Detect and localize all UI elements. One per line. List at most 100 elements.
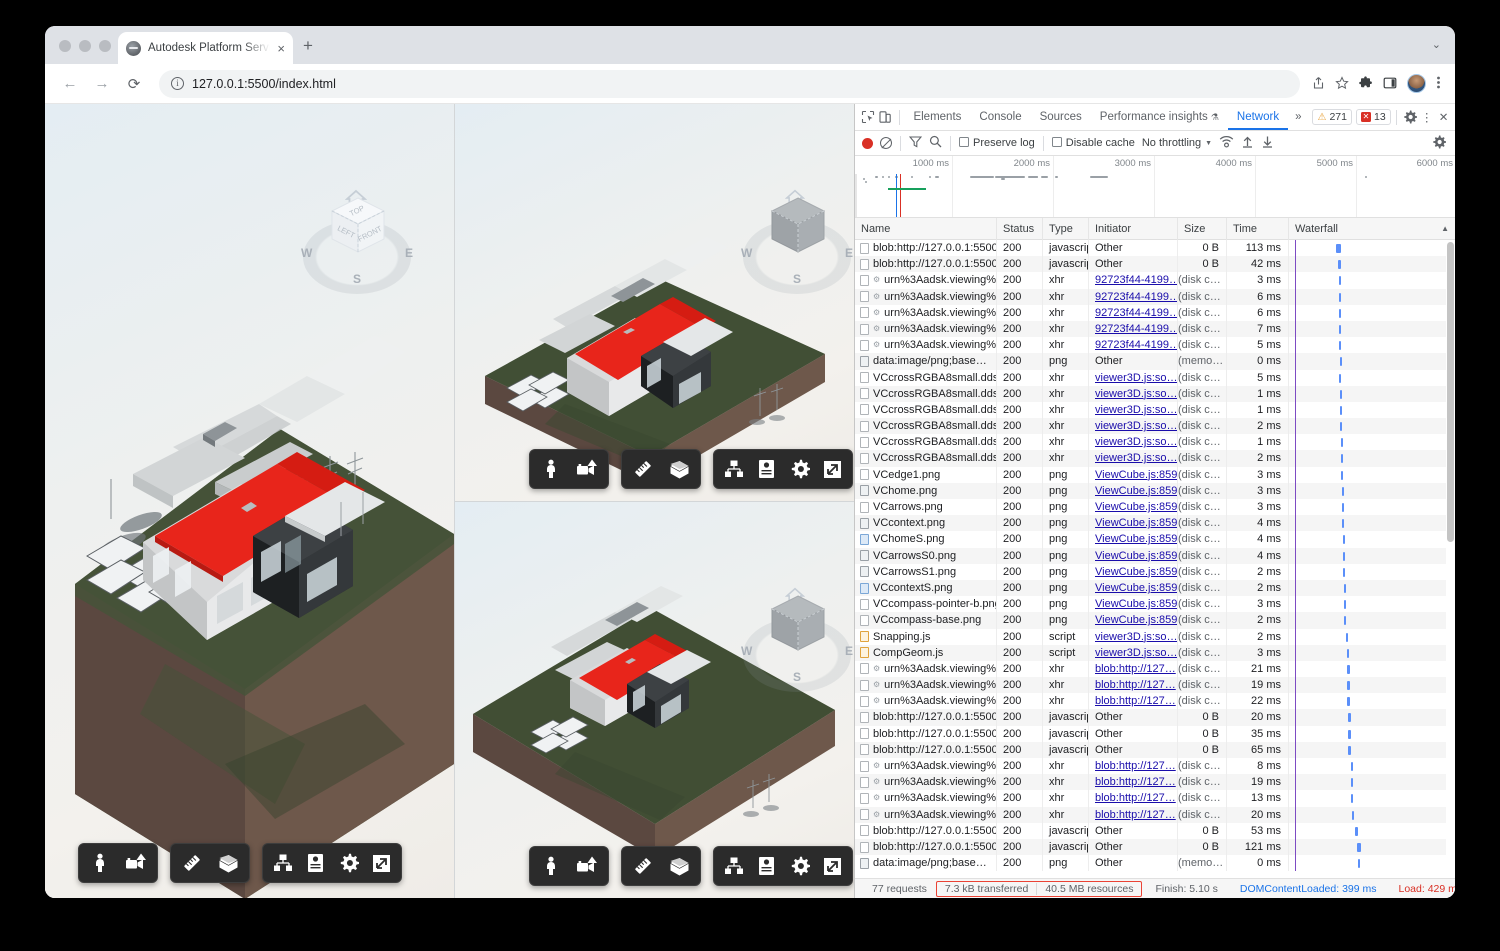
address-bar[interactable]: i 127.0.0.1:5500/index.html [159, 69, 1300, 98]
model-browser-button[interactable] [717, 454, 750, 484]
throttling-select[interactable]: No throttling ▼ [1142, 137, 1212, 149]
column-header-time[interactable]: Time [1227, 218, 1289, 240]
first-person-walk-button[interactable] [533, 851, 569, 881]
browser-tab[interactable]: Autodesk Platform Services: M × [118, 32, 293, 64]
table-row[interactable]: VCcontextS.png 200 png ViewCube.js:859 (disk… [855, 579, 1455, 597]
cell-initiator[interactable]: viewer3D.js:so… [1089, 369, 1178, 386]
cell-initiator[interactable]: blob:http://127… [1089, 693, 1178, 710]
table-row[interactable]: Snapping.js 200 script viewer3D.js:so… (disk… [855, 628, 1455, 645]
table-row[interactable]: VCcrossRGBA8small.dds 200 xhr viewer3D.js:s… [855, 434, 1455, 451]
column-header-type[interactable]: Type [1043, 218, 1089, 240]
initiator-link[interactable]: viewer3D.js:so… [1095, 372, 1177, 384]
cell-initiator[interactable]: blob:http://127… [1089, 660, 1178, 678]
extensions-puzzle-icon[interactable] [1359, 75, 1373, 92]
clear-button[interactable] [880, 137, 892, 149]
measure-button[interactable] [174, 848, 210, 878]
initiator-link[interactable]: 92723f44-4199… [1095, 274, 1177, 286]
column-header-name[interactable]: Name [855, 218, 997, 240]
initiator-link[interactable]: ViewCube.js:859 [1095, 598, 1177, 610]
initiator-link[interactable]: 92723f44-4199… [1095, 323, 1177, 335]
initiator-link[interactable]: 92723f44-4199… [1095, 291, 1177, 303]
cell-initiator[interactable]: viewer3D.js:so… [1089, 434, 1178, 451]
table-row[interactable]: VCarrows.png 200 png ViewCube.js:859 (disk c… [855, 499, 1455, 516]
scrollbar-thumb[interactable] [1447, 242, 1454, 542]
table-row[interactable]: VCcompass-base.png 200 png ViewCube.js:859(… [855, 612, 1455, 629]
section-analysis-button[interactable] [210, 848, 246, 878]
gear-icon[interactable] [783, 851, 816, 881]
viewcube-top-right-body[interactable]: W E S [741, 189, 853, 310]
viewcube-bottom-right[interactable]: W E S [741, 587, 853, 708]
viewcube-cube[interactable] [769, 594, 827, 656]
initiator-link[interactable]: 92723f44-4199… [1095, 339, 1177, 351]
table-row[interactable]: blob:http://127.0.0.1:5500…200javascript… [855, 838, 1455, 856]
table-row[interactable]: VCcrossRGBA8small.dds 200 xhr viewer3D.js:s… [855, 450, 1455, 467]
table-row[interactable]: ⚙ urn%3Aadsk.viewing%… 200 xhr blob:http://1… [855, 774, 1455, 791]
cell-initiator[interactable]: 92723f44-4199… [1089, 337, 1178, 354]
table-row[interactable]: blob:http://127.0.0.1:5500…200javascript… [855, 709, 1455, 726]
initiator-link[interactable]: ViewCube.js:859 [1095, 582, 1177, 594]
initiator-link[interactable]: blob:http://127… [1095, 695, 1176, 707]
initiator-link[interactable]: ViewCube.js:859 [1095, 614, 1177, 626]
table-row[interactable]: ⚙ urn%3Aadsk.viewing%… 200 xhr 92723f44-4199… [855, 272, 1455, 289]
forward-button[interactable]: → [89, 71, 115, 97]
cell-initiator[interactable]: blob:http://127… [1089, 758, 1178, 775]
fullscreen-button[interactable] [816, 851, 849, 881]
network-settings-gear-icon[interactable] [1432, 135, 1446, 152]
cell-initiator[interactable]: ViewCube.js:859 [1089, 547, 1178, 564]
table-row[interactable]: ⚙ urn%3Aadsk.viewing%… 200 xhr blob:http://1… [855, 693, 1455, 710]
devtools-settings-gear-icon[interactable] [1401, 106, 1418, 128]
table-row[interactable]: ⚙ urn%3Aadsk.viewing%… 200 xhr 92723f44-4199… [855, 320, 1455, 338]
initiator-link[interactable]: blob:http://127… [1095, 809, 1176, 821]
site-info-icon[interactable]: i [171, 77, 184, 90]
cell-initiator[interactable]: viewer3D.js:so… [1089, 644, 1178, 661]
maximize-window-button[interactable] [99, 40, 111, 52]
checkbox-box[interactable] [959, 137, 969, 147]
initiator-link[interactable]: ViewCube.js:859 [1095, 517, 1177, 529]
cell-initiator[interactable]: viewer3D.js:so… [1089, 385, 1178, 402]
column-header-waterfall[interactable]: Waterfall ▲ [1289, 218, 1455, 240]
table-row[interactable]: VCcompass-pointer-b.png 200 png ViewCube.js… [855, 596, 1455, 613]
initiator-link[interactable]: blob:http://127… [1095, 760, 1176, 772]
table-row[interactable]: ⚙ urn%3Aadsk.viewing%… 200 xhr 92723f44-4199… [855, 304, 1455, 321]
initiator-link[interactable]: ViewCube.js:859 [1095, 469, 1177, 481]
initiator-link[interactable]: viewer3D.js:so… [1095, 647, 1177, 659]
share-icon[interactable] [1312, 76, 1325, 92]
cell-initiator[interactable]: viewer3D.js:so… [1089, 418, 1178, 435]
fullscreen-button[interactable] [816, 454, 849, 484]
cell-initiator[interactable]: viewer3D.js:so… [1089, 628, 1178, 645]
inspect-element-icon[interactable] [860, 106, 877, 128]
cell-initiator[interactable]: blob:http://127… [1089, 790, 1178, 807]
tab-sources[interactable]: Sources [1031, 104, 1091, 130]
cell-initiator[interactable]: 92723f44-4199… [1089, 272, 1178, 289]
model-browser-button[interactable] [266, 848, 299, 878]
minimize-window-button[interactable] [79, 40, 91, 52]
tab-console[interactable]: Console [970, 104, 1030, 130]
cell-initiator[interactable]: ViewCube.js:859 [1089, 466, 1178, 483]
table-row[interactable]: ⚙ urn%3Aadsk.viewing%… 200 xhr blob:http://1… [855, 660, 1455, 678]
properties-button[interactable] [299, 848, 332, 878]
table-row[interactable]: VCedge1.png 200 png ViewCube.js:859 (disk c…… [855, 466, 1455, 483]
initiator-link[interactable]: blob:http://127… [1095, 663, 1176, 675]
bookmark-star-icon[interactable] [1335, 75, 1349, 92]
table-row[interactable]: data:image/png;base… 200 png Other (memo… 0 m… [855, 353, 1455, 370]
table-row[interactable]: VCcrossRGBA8small.dds 200 xhr viewer3D.js:s… [855, 369, 1455, 386]
table-row[interactable]: blob:http://127.0.0.1:5500…200javascript… [855, 256, 1455, 273]
table-row[interactable]: ⚙ urn%3Aadsk.viewing%… 200 xhr 92723f44-4199… [855, 288, 1455, 305]
properties-button[interactable] [750, 454, 783, 484]
close-icon[interactable]: × [277, 42, 285, 55]
cell-initiator[interactable]: 92723f44-4199… [1089, 288, 1178, 305]
tab-network[interactable]: Network [1227, 104, 1289, 130]
initiator-link[interactable]: ViewCube.js:859 [1095, 533, 1177, 545]
cell-initiator[interactable]: blob:http://127… [1089, 774, 1178, 791]
section-analysis-button[interactable] [661, 454, 697, 484]
search-icon[interactable] [929, 135, 942, 151]
devtools-more-options-icon[interactable]: ⋮ [1418, 106, 1435, 128]
table-row[interactable]: VCcrossRGBA8small.dds 200 xhr viewer3D.js:s… [855, 401, 1455, 419]
initiator-link[interactable]: ViewCube.js:859 [1095, 566, 1177, 578]
chrome-menu-icon[interactable] [1436, 75, 1441, 92]
table-row[interactable]: VChome.png 200 png ViewCube.js:859 (disk c… 3… [855, 482, 1455, 499]
devtools-close-icon[interactable]: ✕ [1435, 106, 1452, 128]
table-row[interactable]: VCcrossRGBA8small.dds 200 xhr viewer3D.js:s… [855, 418, 1455, 435]
initiator-link[interactable]: viewer3D.js:so… [1095, 404, 1177, 416]
cell-initiator[interactable]: ViewCube.js:859 [1089, 612, 1178, 629]
